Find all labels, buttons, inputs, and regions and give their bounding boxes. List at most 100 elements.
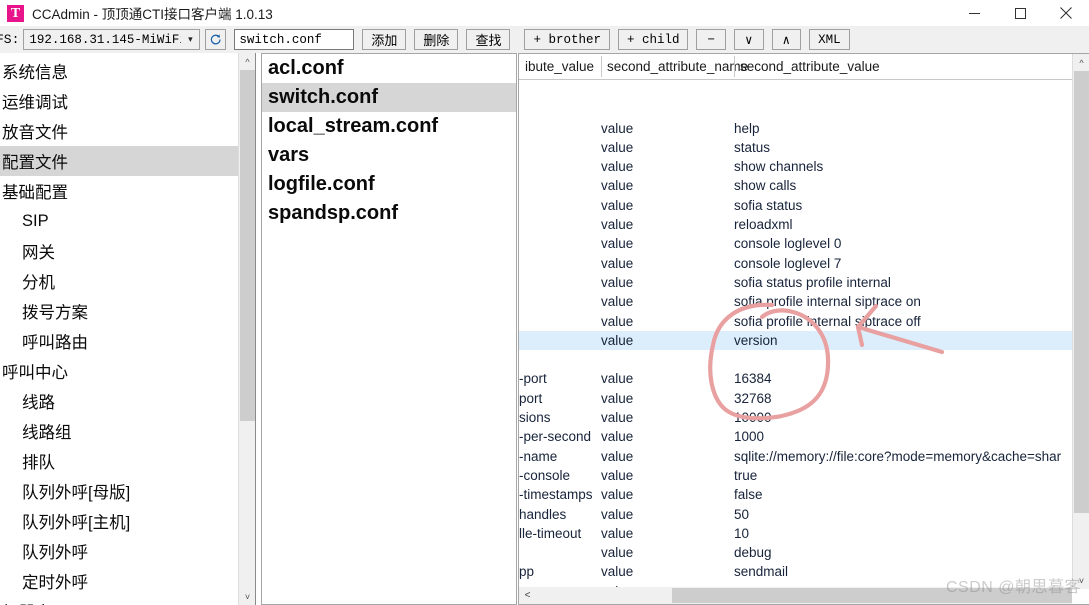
sidebar-item-label: 拨号方案 <box>22 304 88 322</box>
config-file-list: acl.conf switch.conf local_stream.conf vars… <box>262 54 516 228</box>
table-row[interactable]: -port value 16384 <box>519 369 1089 388</box>
cell-second-attribute-value: version <box>734 332 778 348</box>
table-row[interactable]: value status <box>519 138 1089 157</box>
sidebar-item-label: 呼叫中心 <box>2 364 68 382</box>
sidebar-item-label: 线路组 <box>22 424 72 442</box>
xml-view-button[interactable]: XML <box>809 29 850 50</box>
sidebar-item[interactable]: 拨号方案 <box>0 296 255 326</box>
table-row[interactable]: value help <box>519 119 1089 138</box>
sidebar-item[interactable]: 基础配置 <box>0 176 255 206</box>
sidebar-item[interactable]: 机器人 <box>0 596 255 605</box>
cell-first-attribute-value <box>519 196 601 215</box>
sidebar-item[interactable]: 运维调试 <box>0 86 255 116</box>
refresh-button[interactable] <box>205 29 227 50</box>
minimize-icon[interactable] <box>951 0 997 26</box>
add-button[interactable]: 添加 <box>362 29 407 50</box>
filename-input[interactable] <box>234 29 355 50</box>
sidebar-item[interactable]: 呼叫中心 <box>0 356 255 386</box>
scroll-down-icon[interactable]: ˅ <box>239 588 255 605</box>
window-controls <box>951 0 1089 26</box>
table-row[interactable]: value console loglevel 7 <box>519 254 1089 273</box>
close-icon[interactable] <box>1043 0 1089 26</box>
move-down-button[interactable]: ∨ <box>734 29 764 50</box>
grid-vertical-scrollbar[interactable]: ^ ˅ <box>1072 54 1089 589</box>
cell-second-attribute-value: console loglevel 0 <box>734 236 842 252</box>
table-row[interactable]: value sofia profile internal siptrace on <box>519 292 1089 311</box>
table-row[interactable]: -console value true <box>519 466 1089 485</box>
table-row[interactable]: value show channels <box>519 157 1089 176</box>
move-up-button[interactable]: ∧ <box>771 29 802 50</box>
cell-second-attribute-value: sofia profile internal siptrace on <box>734 294 921 310</box>
maximize-icon[interactable] <box>997 0 1043 26</box>
sidebar-item-label: 队列外呼[主机] <box>22 514 131 532</box>
table-row[interactable]: lle-timeout value 10 <box>519 524 1089 543</box>
table-row[interactable]: -timestamps value false <box>519 485 1089 504</box>
scroll-up-icon[interactable]: ^ <box>239 53 255 70</box>
cell-second-attribute-value: 50 <box>734 506 750 522</box>
sidebar-item[interactable]: 系统信息 <box>0 56 255 86</box>
sidebar-item[interactable]: 线路组 <box>0 416 255 446</box>
table-row[interactable]: sions value 10000 <box>519 408 1089 427</box>
config-file-item[interactable]: local_stream.conf <box>262 112 516 141</box>
cell-second-attribute-name: value <box>601 467 634 483</box>
find-button[interactable]: 查找 <box>466 29 511 50</box>
sidebar-item[interactable]: 放音文件 <box>0 116 255 146</box>
sidebar-item[interactable]: 排队 <box>0 446 255 476</box>
remove-node-button[interactable]: − <box>696 29 726 50</box>
scroll-up-icon[interactable]: ^ <box>1073 54 1089 71</box>
column-header-first-attribute-value[interactable]: ibute_value <box>519 54 601 79</box>
table-row[interactable]: handles value 50 <box>519 505 1089 524</box>
table-row[interactable]: value sofia status profile internal <box>519 273 1089 292</box>
cell-second-attribute-value: true <box>734 467 758 483</box>
table-row[interactable]: value console loglevel 0 <box>519 234 1089 253</box>
sidebar-item[interactable]: 呼叫路由 <box>0 326 255 356</box>
cell-second-attribute-name: value <box>601 448 634 464</box>
config-file-item[interactable]: logfile.conf <box>262 170 516 199</box>
sidebar-item[interactable]: SIP <box>0 206 255 236</box>
sidebar-item[interactable]: 定时外呼 <box>0 566 255 596</box>
table-row[interactable]: value debug <box>519 543 1089 562</box>
cell-second-attribute-name: value <box>601 274 634 290</box>
add-child-button[interactable]: + child <box>617 29 689 50</box>
sidebar-item[interactable]: 网关 <box>0 236 255 266</box>
cell-second-attribute-name: value <box>601 139 634 155</box>
table-row[interactable]: value version <box>519 330 1089 351</box>
sidebar-item[interactable]: 分机 <box>0 266 255 296</box>
sidebar-scroll-thumb[interactable] <box>240 70 255 421</box>
grid-scroll-thumb[interactable] <box>1074 71 1089 513</box>
cell-second-attribute-value: status <box>734 139 771 155</box>
sidebar-item[interactable]: 队列外呼 <box>0 536 255 566</box>
sidebar-item[interactable]: 线路 <box>0 386 255 416</box>
add-brother-button[interactable]: + brother <box>524 29 610 50</box>
cell-first-attribute-value <box>519 292 601 311</box>
sidebar-item[interactable]: 队列外呼[母版] <box>0 476 255 506</box>
table-row[interactable]: value sofia profile internal siptrace off <box>519 312 1089 331</box>
table-row[interactable]: value show calls <box>519 176 1089 195</box>
table-row[interactable]: value sofia status <box>519 196 1089 215</box>
cell-second-attribute-value <box>734 99 1089 118</box>
cell-first-attribute-value: sions <box>519 410 551 426</box>
table-row[interactable] <box>519 80 1089 99</box>
config-file-item[interactable]: vars <box>262 141 516 170</box>
config-file-item[interactable]: spandsp.conf <box>262 199 516 228</box>
config-file-item[interactable]: switch.conf <box>262 83 516 112</box>
table-row[interactable]: port value 32768 <box>519 389 1089 408</box>
window-title: CCAdmin - 顶顶通CTI接口客户端 1.0.13 <box>32 7 273 22</box>
config-file-item[interactable]: acl.conf <box>262 54 516 83</box>
scroll-left-icon[interactable]: ˂ <box>519 587 536 604</box>
column-header-second-attribute-name[interactable]: second_attribute_name <box>601 54 748 79</box>
table-row[interactable] <box>519 99 1089 118</box>
cell-first-attribute-value <box>519 215 601 234</box>
sidebar-item[interactable]: 配置文件 <box>0 146 255 176</box>
column-header-second-attribute-value[interactable]: second_attribute_value <box>734 54 1074 79</box>
server-select[interactable]: 192.168.31.145-MiWiFi-R3D-srv<tes ▾ <box>23 29 201 50</box>
table-row[interactable]: -per-second value 1000 <box>519 427 1089 446</box>
delete-button[interactable]: 删除 <box>414 29 459 50</box>
table-row[interactable]: value reloadxml <box>519 215 1089 234</box>
sidebar-vertical-scrollbar[interactable]: ^ ˅ <box>238 53 255 605</box>
sidebar-item[interactable]: 队列外呼[主机] <box>0 506 255 536</box>
config-file-label: logfile.conf <box>268 173 375 195</box>
table-row[interactable]: -name value sqlite://memory://file:core?mo… <box>519 447 1089 466</box>
table-row[interactable] <box>519 350 1089 369</box>
cell-second-attribute-value: sofia profile internal siptrace off <box>734 313 921 329</box>
